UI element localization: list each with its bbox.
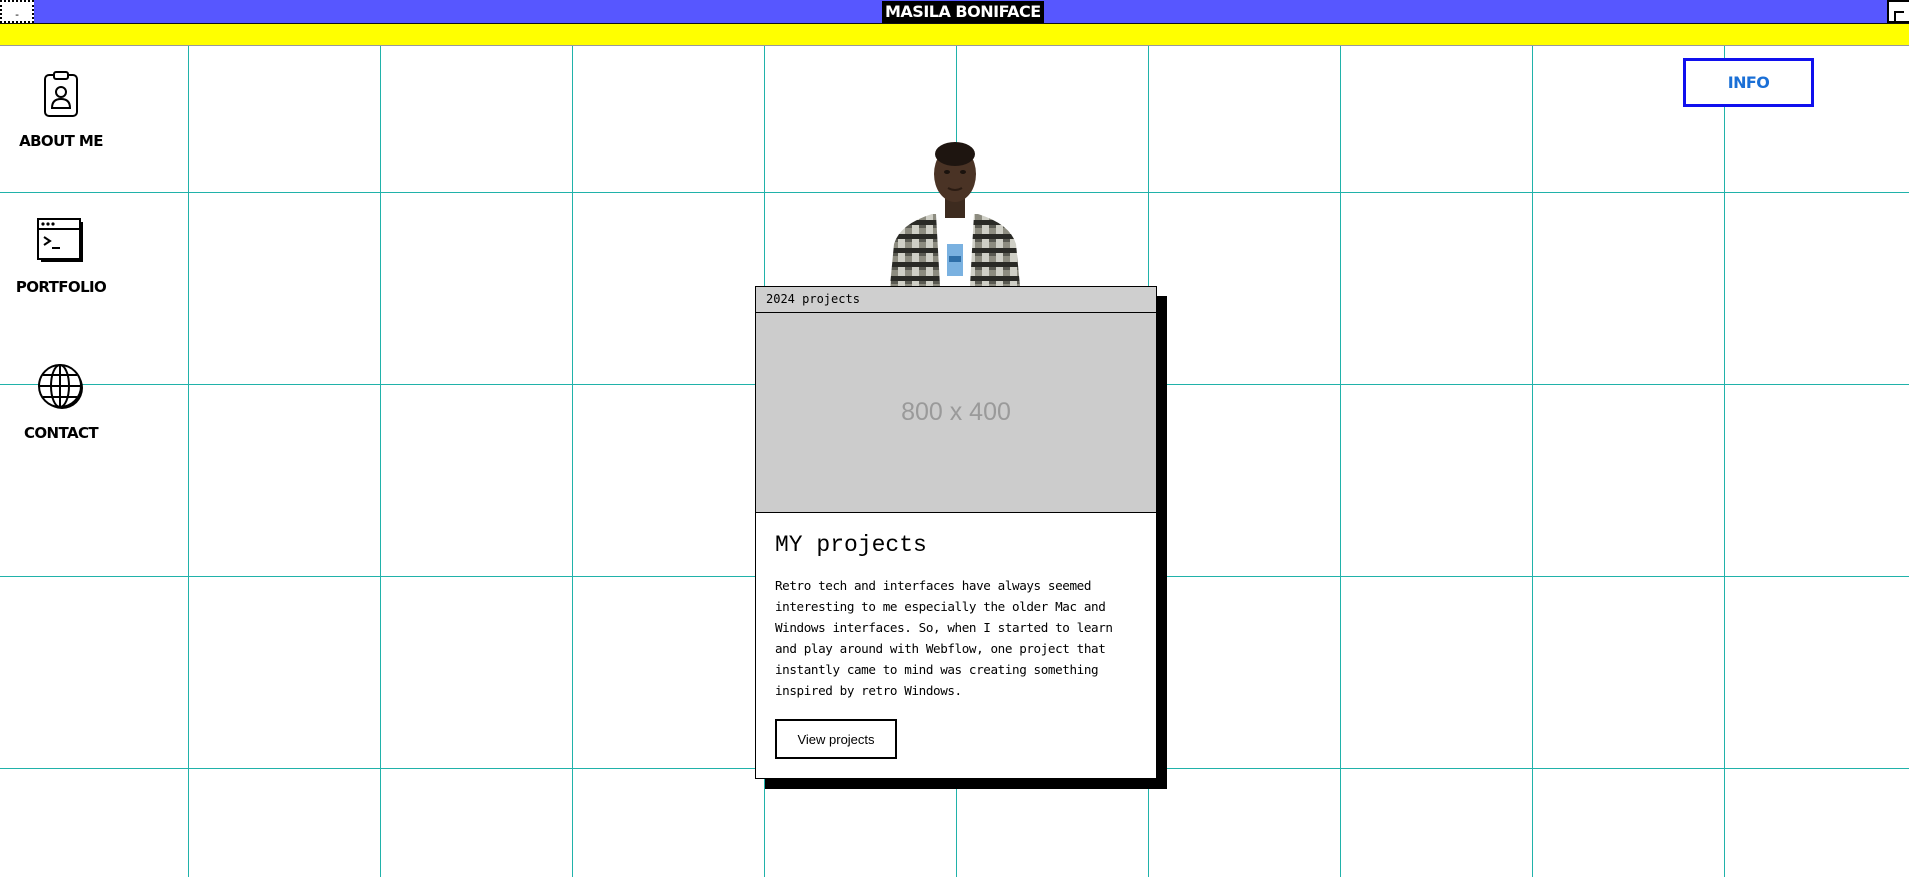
desktop: - MASILA BONIFACE ABOUT ME PORTFOLIO CON… (0, 0, 1909, 877)
image-placeholder: 800 x 400 (756, 313, 1156, 513)
menu-bar (0, 24, 1909, 46)
view-projects-button[interactable]: View projects (775, 719, 897, 759)
desktop-icon-label: PORTFOLIO (15, 278, 107, 296)
maximize-button[interactable] (1887, 0, 1909, 23)
desktop-icon-label: ABOUT ME (19, 132, 103, 150)
window-body: MY projects Retro tech and interfaces ha… (756, 513, 1156, 759)
id-badge-icon (36, 70, 86, 120)
terminal-window-icon (36, 216, 86, 266)
window-description: Retro tech and interfaces have always se… (775, 578, 1113, 698)
info-button[interactable]: INFO (1683, 58, 1814, 107)
desktop-icon-contact[interactable]: CONTACT (0, 362, 122, 442)
avatar-figure (884, 136, 1026, 286)
window-header[interactable]: 2024 projects (756, 287, 1156, 313)
minimize-button[interactable]: - (0, 0, 34, 23)
window-heading: MY projects (775, 532, 927, 558)
minimize-glyph: - (13, 8, 21, 21)
title-bar: - MASILA BONIFACE (0, 0, 1909, 24)
projects-window: 2024 projects 800 x 400 MY projects Retr… (755, 286, 1157, 779)
desktop-icon-about-me[interactable]: ABOUT ME (0, 70, 122, 150)
desktop-icon-label: CONTACT (23, 424, 99, 442)
globe-icon (36, 362, 86, 412)
desktop-icon-portfolio[interactable]: PORTFOLIO (0, 216, 122, 296)
window-title: MASILA BONIFACE (882, 1, 1044, 23)
